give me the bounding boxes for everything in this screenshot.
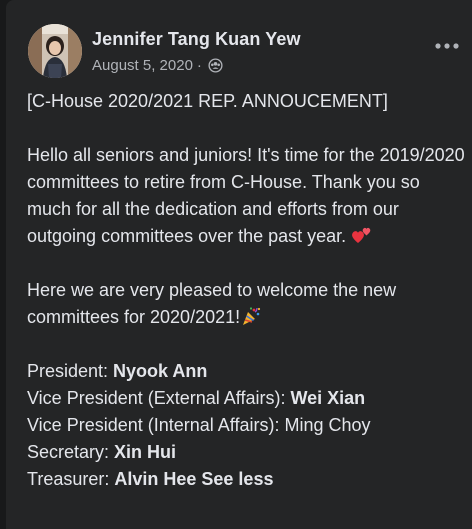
see-less-link[interactable]: See less [201,469,273,489]
role-title: Vice President (Internal Affairs): [27,415,285,435]
post-paragraph-1: Hello all seniors and juniors! It's time… [27,142,467,250]
role-name: Xin Hui [114,442,177,462]
post-headline: [C-House 2020/2021 REP. ANNOUCEMENT] [27,91,388,111]
more-options-icon [435,43,459,49]
post-meta: August 5, 2020 · [92,57,223,74]
paragraph-1-text: Hello all seniors and juniors! It's time… [27,145,465,246]
role-title: Vice President (External Affairs): [27,388,291,408]
role-president: President: Nyook Ann [27,358,467,385]
role-title: President: [27,361,114,381]
role-name: Wei Xian [290,388,366,408]
paragraph-2-text: Here we are very pleased to welcome the … [27,280,397,327]
role-treasurer: Treasurer: Alvin Hee See less [27,466,467,493]
role-name: Alvin Hee [114,469,197,489]
post-paragraph-2: Here we are very pleased to welcome the … [27,277,467,331]
role-name: Nyook Ann [113,361,208,381]
post-body: [C-House 2020/2021 REP. ANNOUCEMENT] Hel… [27,88,467,493]
meta-separator: · [196,57,202,74]
post-date[interactable]: August 5, 2020 [92,57,193,74]
role-title: Treasurer: [27,469,115,489]
post-card: Jennifer Tang Kuan Yew August 5, 2020 · … [6,0,472,529]
role-title: Secretary: [27,442,115,462]
friends-icon[interactable] [208,58,223,73]
role-secretary: Secretary: Xin Hui [27,439,467,466]
party-popper-emoji [240,306,262,326]
two-hearts-emoji [351,225,373,245]
author-avatar[interactable] [28,24,82,78]
role-name: Ming Choy [284,415,371,435]
role-vp-external: Vice President (External Affairs): Wei X… [27,385,467,412]
more-options-button[interactable] [432,36,462,56]
author-name[interactable]: Jennifer Tang Kuan Yew [92,29,301,50]
role-vp-internal: Vice President (Internal Affairs): Ming … [27,412,467,439]
avatar-photo [28,24,82,78]
